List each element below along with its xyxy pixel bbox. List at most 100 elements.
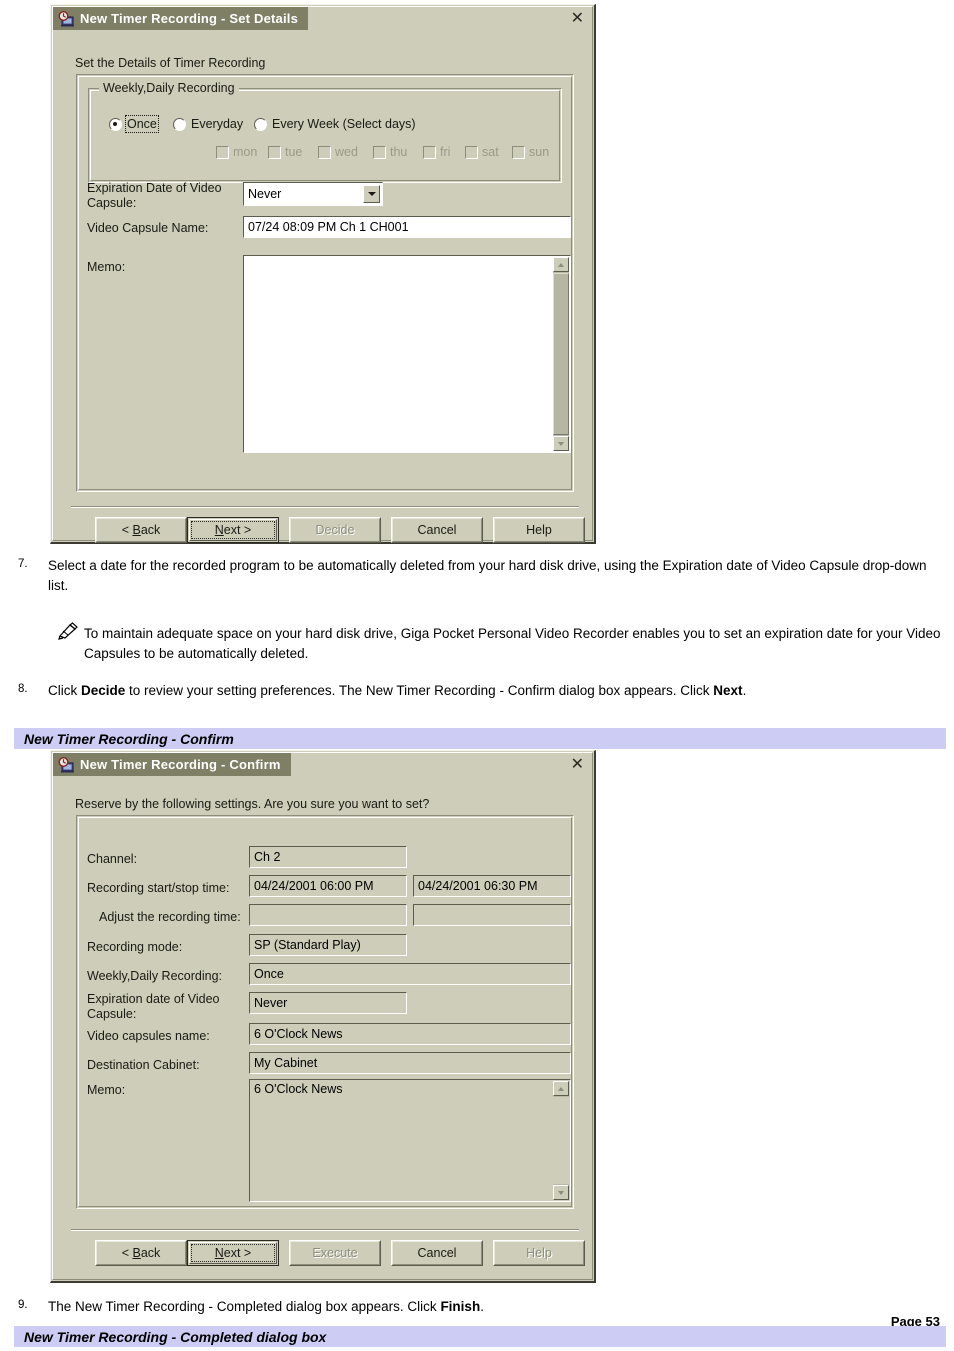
- scroll-down-glyph: [558, 1190, 564, 1195]
- memo-label: Memo:: [87, 260, 126, 274]
- video-capsules-name-value: 6 O'Clock News: [254, 1027, 343, 1041]
- expiration-date-label-line1: Expiration date of Video: [87, 992, 220, 1006]
- checkbox-sat-label: sat: [482, 145, 499, 159]
- step8-part3: .: [742, 683, 747, 698]
- recording-mode-label: Recording mode:: [87, 940, 183, 954]
- scroll-up-icon[interactable]: [553, 1081, 569, 1096]
- checkbox-tue-box: [268, 145, 281, 159]
- scroll-down-icon[interactable]: [553, 436, 569, 451]
- expiration-date-value: Never: [254, 996, 288, 1010]
- step8-part2: to review your setting preferences. The …: [125, 683, 714, 698]
- step9-part1: The New Timer Recording - Completed dial…: [48, 1299, 441, 1314]
- dialog2-title-right: ✕: [290, 753, 592, 776]
- dialog2-titlebar[interactable]: New Timer Recording - Confirm ✕: [53, 753, 592, 776]
- dialog1-titlebar[interactable]: New Timer Recording - Set Details ✕: [53, 7, 592, 30]
- recording-mode-value: SP (Standard Play): [254, 938, 361, 952]
- dialog1-title-right: ✕: [308, 7, 592, 30]
- close-icon[interactable]: ✕: [571, 756, 584, 773]
- step8-number: 8.: [18, 683, 28, 695]
- recording-stop-time-value: 04/24/2001 06:30 PM: [418, 879, 538, 893]
- decide-button[interactable]: Decide: [289, 517, 381, 543]
- memo-text: 6 O'Clock News: [254, 1082, 343, 1096]
- checkbox-wed[interactable]: wed: [318, 145, 358, 159]
- chevron-down-glyph: [367, 192, 376, 196]
- next-button[interactable]: Next >: [187, 1240, 279, 1266]
- help-button[interactable]: Help: [493, 1240, 585, 1266]
- radio-everyday-indicator: [173, 117, 186, 131]
- video-capsule-name-value: 07/24 08:09 PM Ch 1 CH001: [248, 220, 409, 234]
- weekly-daily-recording-group: Weekly,Daily Recording: [88, 81, 562, 183]
- destination-cabinet-label: Destination Cabinet:: [87, 1058, 200, 1072]
- pencil-note-icon: [58, 622, 78, 640]
- execute-button-label: Execute: [312, 1246, 358, 1260]
- scroll-down-glyph: [558, 441, 564, 446]
- radio-everyday-label: Everyday: [191, 117, 244, 131]
- checkbox-sun-box: [512, 145, 525, 159]
- next-button[interactable]: Next >: [187, 517, 279, 543]
- expiration-date-label-line2: Capsule:: [87, 1007, 137, 1021]
- note-text: To maintain adequate space on your hard …: [84, 626, 941, 661]
- next-button-label: Next >: [214, 1246, 252, 1260]
- video-capsule-name-input[interactable]: 07/24 08:09 PM Ch 1 CH001: [243, 216, 571, 238]
- dialog1-body: Set the Details of Timer Recording Weekl…: [53, 30, 592, 543]
- decide-button-label: Decide: [315, 523, 355, 537]
- dialog1-section-label: Set the Details of Timer Recording: [75, 56, 266, 70]
- video-capsules-name-label: Video capsules name:: [87, 1029, 210, 1043]
- back-button[interactable]: < Back: [95, 1240, 187, 1266]
- help-button-label: Help: [526, 1246, 552, 1260]
- scroll-up-glyph: [558, 1086, 564, 1091]
- step9-number: 9.: [18, 1299, 28, 1311]
- destination-cabinet-field: My Cabinet: [249, 1052, 571, 1074]
- scroll-down-icon[interactable]: [553, 1185, 569, 1200]
- scrollbar-thumb[interactable]: [553, 1097, 569, 1184]
- radio-once[interactable]: Once: [109, 115, 159, 133]
- checkbox-mon[interactable]: mon: [216, 145, 257, 159]
- cancel-button[interactable]: Cancel: [391, 1240, 483, 1266]
- execute-button[interactable]: Execute: [289, 1240, 381, 1266]
- video-capsule-name-label: Video Capsule Name:: [87, 221, 209, 235]
- checkbox-tue[interactable]: tue: [268, 145, 302, 159]
- dialog2-button-separator: [71, 1229, 579, 1231]
- checkbox-mon-box: [216, 145, 229, 159]
- checkbox-thu[interactable]: thu: [373, 145, 407, 159]
- expiration-date-combobox[interactable]: Never: [243, 182, 383, 206]
- channel-label: Channel:: [87, 852, 138, 866]
- checkbox-tue-label: tue: [285, 145, 303, 159]
- channel-value-field: Ch 2: [249, 846, 407, 868]
- chevron-down-icon[interactable]: [363, 185, 380, 203]
- adjust-recording-time-label: Adjust the recording time:: [99, 910, 241, 924]
- new-timer-recording-confirm-dialog[interactable]: New Timer Recording - Confirm ✕ Reserve …: [50, 750, 596, 1283]
- next-button-label: Next >: [214, 523, 252, 537]
- memo-textarea[interactable]: [243, 255, 571, 453]
- scroll-up-icon[interactable]: [553, 257, 569, 272]
- checkbox-sat[interactable]: sat: [465, 145, 499, 159]
- cancel-button[interactable]: Cancel: [391, 517, 483, 543]
- back-button[interactable]: < Back: [95, 517, 187, 543]
- weekly-daily-recording-label: Weekly,Daily Recording:: [87, 969, 223, 983]
- memo-scrollbar[interactable]: [553, 257, 569, 451]
- checkbox-sun[interactable]: sun: [512, 145, 549, 159]
- close-icon[interactable]: ✕: [571, 10, 584, 27]
- dialog1-title-text: New Timer Recording - Set Details: [80, 11, 299, 26]
- section-heading-completed: New Timer Recording - Completed dialog b…: [14, 1326, 946, 1347]
- step8-bold-next: Next: [713, 683, 743, 698]
- checkbox-fri[interactable]: fri: [423, 145, 450, 159]
- scrollbar-thumb[interactable]: [553, 273, 569, 435]
- checkbox-fri-label: fri: [440, 145, 451, 159]
- step8-text: Click Decide to review your setting pref…: [48, 681, 882, 701]
- adjust-recording-time-stop-field: [413, 904, 571, 926]
- checkbox-mon-label: mon: [233, 145, 258, 159]
- weekly-daily-recording-group-title: Weekly,Daily Recording: [99, 81, 239, 95]
- destination-cabinet-value: My Cabinet: [254, 1056, 318, 1070]
- memo-scrollbar[interactable]: [553, 1081, 569, 1200]
- section-heading-confirm: New Timer Recording - Confirm: [14, 728, 946, 749]
- radio-everyday[interactable]: Everyday: [173, 117, 243, 131]
- checkbox-thu-box: [373, 145, 386, 159]
- radio-every-week[interactable]: Every Week (Select days): [254, 117, 416, 131]
- help-button[interactable]: Help: [493, 517, 585, 543]
- new-timer-recording-set-details-dialog[interactable]: New Timer Recording - Set Details ✕ Set …: [50, 4, 596, 544]
- radio-every-week-label: Every Week (Select days): [272, 117, 416, 131]
- radio-once-indicator: [109, 117, 122, 131]
- checkbox-wed-label: wed: [335, 145, 358, 159]
- memo-label: Memo:: [87, 1083, 126, 1097]
